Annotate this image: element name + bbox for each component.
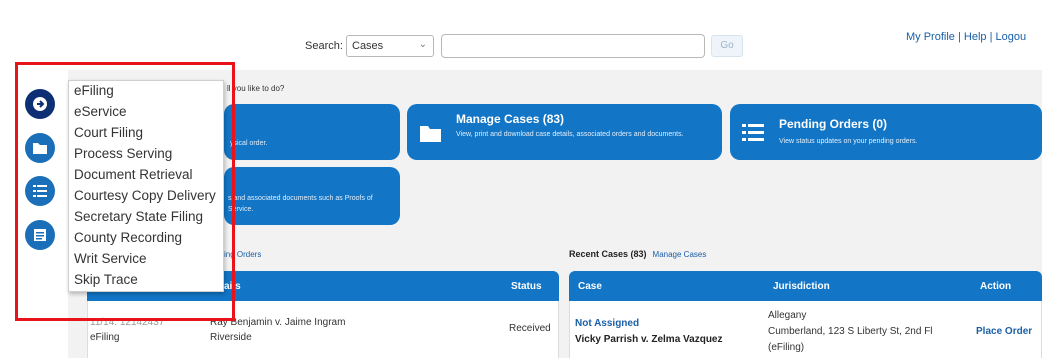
search-scope-value: Cases [352,40,384,52]
jurisdiction-type: (eFiling) [768,342,805,353]
order-type: eFiling [90,332,120,343]
pending-orders-card[interactable]: Pending Orders (0) View status updates o… [730,104,1042,160]
table-row[interactable]: Not Assigned Vicky Parrish v. Zelma Vazq… [569,301,1042,358]
top-bar: Search: Cases ⌄ Go My Profile | Help | L… [0,0,1042,70]
help-link[interactable]: Help [964,31,987,43]
list-icon [742,124,764,141]
my-profile-link[interactable]: My Profile [906,31,955,43]
column-case: Case [578,281,602,292]
card-title: Pending Orders (0) [779,117,888,131]
cases-table-header: Case Jurisdiction Action [569,271,1042,301]
jurisdiction-address: Cumberland, 123 S Liberty St, 2nd Fl [768,326,933,337]
manage-cases-link[interactable]: Manage Cases [653,250,707,259]
column-jurisdiction: Jurisdiction [773,281,830,292]
highlight-annotation-box [15,62,235,321]
search-label: Search: [305,40,343,52]
order-location: Riverside [210,332,252,343]
go-button[interactable]: Go [711,35,743,57]
top-links: My Profile | Help | Logou [906,31,1027,43]
jurisdiction-county: Allegany [768,310,807,321]
folder-icon [420,126,441,142]
logout-link[interactable]: Logou [996,31,1027,43]
card-description: View, print and download case details, a… [456,131,684,138]
place-order-card[interactable]: ysical order. [224,104,400,160]
card-description: s and associated documents such as Proof… [228,195,373,213]
place-order-link[interactable]: Place Order [976,325,1032,339]
column-status: Status [511,281,542,292]
card-description: View status updates on your pending orde… [779,138,918,145]
order-status: Received [509,323,551,334]
column-action: Action [980,281,1012,292]
documents-card[interactable]: s and associated documents such as Proof… [224,167,400,225]
card-description: ysical order. [230,140,268,147]
chevron-down-icon: ⌄ [418,39,427,50]
case-name: Vicky Parrish v. Zelma Vazquez [575,334,723,345]
recent-cases-heading: Recent Cases (83) Manage Cases [569,249,707,259]
search-input[interactable] [441,34,705,58]
search-scope-select[interactable]: Cases ⌄ [346,35,434,57]
case-number[interactable]: Not Assigned [575,317,639,331]
manage-cases-card[interactable]: Manage Cases (83) View, print and downlo… [407,104,722,160]
card-title: Manage Cases (83) [456,112,565,126]
dashboard-prompt: ll you like to do? [227,84,285,93]
